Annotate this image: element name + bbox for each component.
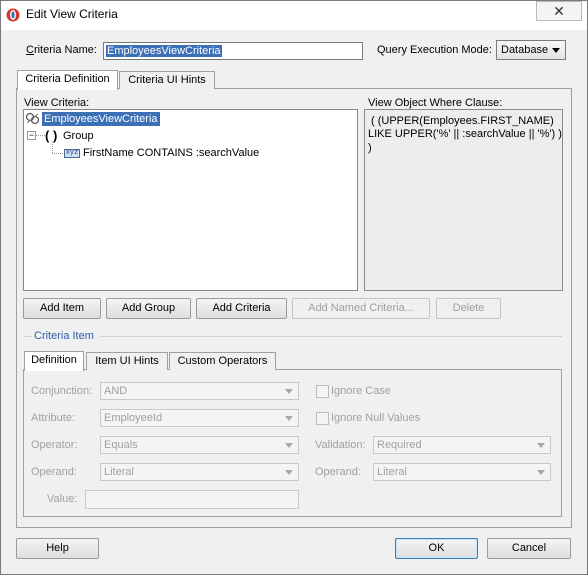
collapse-icon[interactable]: − [27, 131, 36, 140]
group-bracket-icon: ( ) [45, 128, 58, 143]
attribute-label: Attribute: [31, 412, 76, 424]
conjunction-select[interactable]: AND [100, 382, 299, 400]
conjunction-value: AND [104, 385, 128, 397]
add-group-button[interactable]: Add Group [106, 298, 191, 319]
query-mode-select[interactable]: Database [496, 40, 566, 60]
chevron-down-icon [285, 416, 293, 421]
value-label: Value: [47, 493, 78, 505]
add-named-criteria-button[interactable]: Add Named Criteria... [292, 298, 430, 319]
value-field[interactable] [85, 490, 299, 509]
tab-item-ui-hints[interactable]: Item UI Hints [86, 352, 168, 370]
tab-criteria-definition[interactable]: Criteria Definition [17, 70, 118, 90]
ignore-nulls-label: Ignore Null Values [331, 412, 421, 424]
criteria-name-label: Criteria Name: [26, 44, 97, 56]
tree-connector [36, 135, 45, 136]
tree-group-node[interactable]: Group [63, 130, 94, 142]
tab-definition[interactable]: Definition [24, 351, 84, 371]
close-icon: ✕ [553, 3, 565, 19]
operand-select[interactable]: Literal [100, 463, 299, 481]
operator-select[interactable]: Equals [100, 436, 299, 454]
field-xyz-icon: xyz [64, 149, 80, 158]
close-button[interactable]: ✕ [536, 1, 582, 21]
tree-connector [52, 142, 53, 153]
delete-button[interactable]: Delete [436, 298, 501, 319]
ignore-case-checkbox[interactable] [316, 385, 329, 398]
view-criteria-label: View Criteria: [24, 97, 90, 109]
window-title: Edit View Criteria [26, 7, 118, 21]
attribute-value: EmployeeId [104, 412, 163, 424]
chevron-down-icon [285, 443, 293, 448]
where-clause-label: View Object Where Clause: [368, 97, 503, 109]
tree-connector [52, 153, 63, 154]
operand2-value: Literal [377, 466, 407, 478]
view-criteria-icon [25, 112, 40, 125]
validation-select[interactable]: Required [373, 436, 551, 454]
help-button[interactable]: Help [16, 538, 99, 559]
criteria-item-heading: Criteria Item [34, 330, 94, 342]
validation-label: Validation: [315, 439, 366, 451]
tree-root-node[interactable]: EmployeesViewCriteria [42, 112, 160, 126]
oracle-app-icon [6, 8, 20, 22]
chevron-down-icon [537, 443, 545, 448]
query-mode-value: Database [501, 44, 549, 56]
conjunction-label: Conjunction: [31, 385, 93, 397]
chevron-down-icon [285, 470, 293, 475]
operand-label: Operand: [31, 466, 77, 478]
operator-label: Operator: [31, 439, 78, 451]
where-clause-line-2: LIKE UPPER('%' || :searchValue || '%') ) [368, 128, 562, 140]
operand2-label: Operand: [315, 466, 361, 478]
add-criteria-button[interactable]: Add Criteria [196, 298, 287, 319]
chevron-down-icon [552, 48, 560, 53]
ignore-nulls-checkbox[interactable] [316, 412, 329, 425]
criteria-name-value: EmployeesViewCriteria [106, 45, 222, 57]
section-divider [24, 336, 32, 337]
where-clause-line-1: ( (UPPER(Employees.FIRST_NAME) [371, 115, 554, 127]
tab-criteria-ui-hints[interactable]: Criteria UI Hints [119, 71, 215, 89]
operand2-select[interactable]: Literal [373, 463, 551, 481]
cancel-button[interactable]: Cancel [487, 538, 571, 559]
add-item-button[interactable]: Add Item [23, 298, 101, 319]
validation-value: Required [377, 439, 422, 451]
query-mode-label: Query Execution Mode: [377, 44, 492, 56]
ignore-case-label: Ignore Case [331, 385, 391, 397]
chevron-down-icon [537, 470, 545, 475]
criteria-name-field[interactable]: EmployeesViewCriteria [103, 42, 363, 60]
operator-value: Equals [104, 439, 138, 451]
where-clause-line-3: ) [368, 142, 372, 154]
ok-button[interactable]: OK [395, 538, 478, 559]
attribute-select[interactable]: EmployeeId [100, 409, 299, 427]
section-divider [100, 336, 562, 337]
chevron-down-icon [285, 389, 293, 394]
operand-value: Literal [104, 466, 134, 478]
tree-condition-node[interactable]: FirstName CONTAINS :searchValue [83, 147, 259, 159]
tab-custom-operators[interactable]: Custom Operators [169, 352, 276, 370]
